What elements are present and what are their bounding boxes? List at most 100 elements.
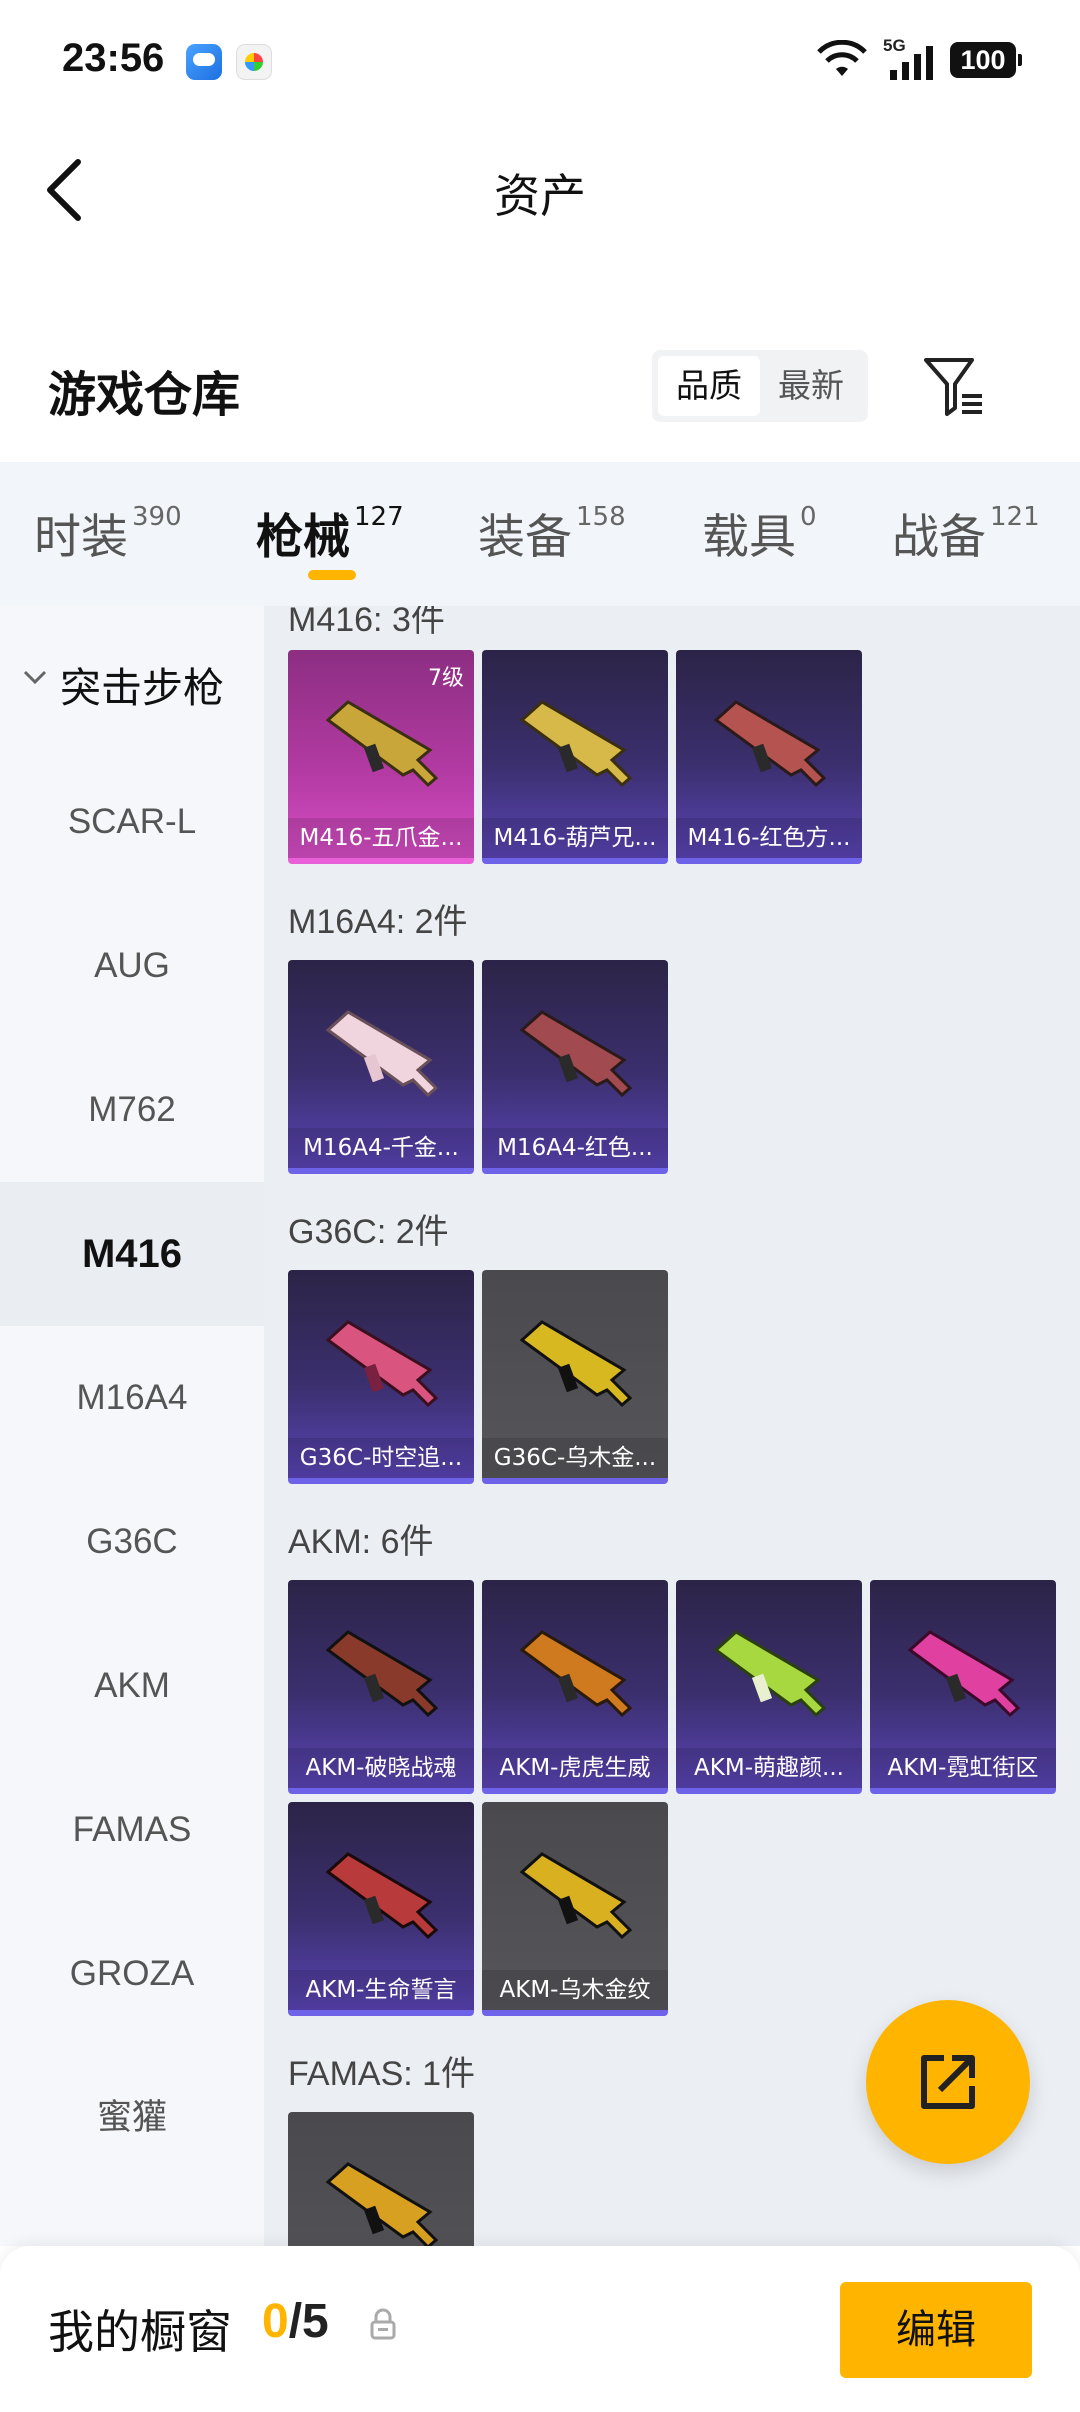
lock-icon [370, 2308, 396, 2340]
rifle-skin-image [519, 1010, 633, 1098]
tab-vehicles[interactable]: 载具 0 [702, 498, 817, 567]
signal-icon [890, 46, 933, 80]
sort-toggle: 品质 最新 [652, 350, 868, 422]
tab-equipment[interactable]: 装备 158 [478, 498, 626, 567]
section-title-g36c: G36C: 2件 [288, 1213, 449, 1251]
skin-name: M416-红色方... [676, 818, 862, 858]
tab-label: 枪械 [256, 510, 350, 565]
skin-card[interactable]: 7级 M416-五爪金... [288, 650, 474, 864]
wifi-icon [817, 40, 867, 76]
skin-card[interactable]: G36C-乌木金... [482, 1270, 668, 1484]
sidebar-item-g36c[interactable]: G36C [0, 1470, 264, 1614]
skin-card[interactable]: AKM-破晓战魂 [288, 1580, 474, 1794]
tab-label: 装备 [478, 510, 572, 565]
edit-button[interactable]: 编辑 [840, 2282, 1032, 2378]
skin-card[interactable]: G36C-时空追... [288, 1270, 474, 1484]
status-bar: 23:56 5G 100 [0, 0, 1080, 120]
showcase-bar: 我的橱窗 0/5 编辑 [0, 2246, 1080, 2412]
showcase-label: 我的橱窗 [48, 2305, 232, 2359]
rifle-skin-image [907, 1630, 1021, 1718]
showcase-total: /5 [288, 2295, 329, 2348]
skin-card[interactable]: AKM-乌木金纹 [482, 1802, 668, 2016]
skin-name: M416-五爪金... [288, 818, 474, 858]
skin-name: AKM-乌木金纹 [482, 1970, 668, 2010]
skin-card[interactable]: AKM-生命誓言 [288, 1802, 474, 2016]
rifle-skin-image [519, 1852, 633, 1940]
section-title-m16a4: M16A4: 2件 [288, 903, 468, 941]
weapon-type-sidebar: 突击步枪 SCAR-L AUG M762 M416 M16A4 G36C AKM… [0, 606, 264, 2246]
skin-name: AKM-破晓战魂 [288, 1748, 474, 1788]
status-time: 23:56 [62, 36, 165, 80]
sidebar-item-m16a4[interactable]: M16A4 [0, 1326, 264, 1470]
sort-quality-button[interactable]: 品质 [658, 356, 760, 416]
sidebar-item-m416[interactable]: M416 [0, 1182, 264, 1326]
rifle-skin-image [325, 1320, 439, 1408]
skin-name: AKM-萌趣颜... [676, 1748, 862, 1788]
tab-count: 0 [800, 502, 817, 532]
share-button[interactable] [866, 2000, 1030, 2164]
skin-card[interactable]: M416-红色方... [676, 650, 862, 864]
sort-newest-button[interactable]: 最新 [760, 356, 862, 416]
share-export-icon [921, 2055, 975, 2109]
rifle-skin-image [519, 700, 633, 788]
skin-name: AKM-虎虎生威 [482, 1748, 668, 1788]
section-title-famas: FAMAS: 1件 [288, 2055, 476, 2093]
rifle-skin-image [713, 700, 827, 788]
skin-card[interactable]: M416-葫芦兄... [482, 650, 668, 864]
skin-name: AKM-生命誓言 [288, 1970, 474, 2010]
active-tab-indicator [308, 570, 356, 580]
skin-card[interactable]: M16A4-千金... [288, 960, 474, 1174]
page-title: 资产 [494, 169, 586, 223]
sidebar-item-famas[interactable]: FAMAS [0, 1758, 264, 1902]
tab-label: 时装 [34, 510, 128, 565]
warehouse-title: 游戏仓库 [48, 367, 241, 423]
level-badge: 7级 [428, 666, 464, 691]
battery-icon: 100 [950, 42, 1022, 78]
sidebar-item-m762[interactable]: M762 [0, 1038, 264, 1182]
rifle-skin-image [325, 1630, 439, 1718]
tab-count: 127 [354, 502, 404, 532]
sidebar-group-label: 突击步枪 [60, 664, 224, 712]
sidebar-item-scar-l[interactable]: SCAR-L [0, 750, 264, 894]
tab-count: 390 [132, 502, 182, 532]
rifle-skin-image [325, 1852, 439, 1940]
rifle-skin-image [713, 1630, 827, 1718]
skin-name: M16A4-红色... [482, 1128, 668, 1168]
skin-name: AKM-霓虹街区 [870, 1748, 1056, 1788]
chevron-down-icon [23, 670, 47, 685]
rifle-skin-image [325, 1010, 439, 1098]
sidebar-item-honey-badger[interactable]: 蜜獾 [0, 2046, 264, 2190]
section-title-akm: AKM: 6件 [288, 1523, 434, 1561]
pinwheel-app-icon [236, 44, 272, 80]
sidebar-item-aug[interactable]: AUG [0, 894, 264, 1038]
rifle-skin-image [325, 700, 439, 788]
tab-count: 158 [576, 502, 626, 532]
category-tabs: 时装 390 枪械 127 装备 158 载具 0 战备 121 [0, 462, 1080, 606]
filter-icon[interactable] [922, 356, 988, 418]
rifle-skin-image [519, 1630, 633, 1718]
tab-firearms[interactable]: 枪械 127 [256, 498, 404, 567]
skin-name: M16A4-千金... [288, 1128, 474, 1168]
tab-fashion[interactable]: 时装 390 [34, 498, 182, 567]
tab-label: 载具 [702, 510, 796, 565]
skin-name: M416-葫芦兄... [482, 818, 668, 858]
tab-supplies[interactable]: 战备 121 [892, 498, 1040, 567]
rifle-skin-image [325, 2162, 439, 2246]
section-title-m416: M416: 3件 [288, 606, 445, 639]
tab-count: 121 [990, 502, 1040, 532]
sidebar-item-akm[interactable]: AKM [0, 1614, 264, 1758]
skin-name: G36C-时空追... [288, 1438, 474, 1478]
skin-card[interactable]: AKM-萌趣颜... [676, 1580, 862, 1794]
showcase-count: 0/5 [262, 2294, 329, 2349]
skin-card[interactable]: AKM-霓虹街区 [870, 1580, 1056, 1794]
skin-name: G36C-乌木金... [482, 1438, 668, 1478]
skin-card[interactable]: M16A4-红色... [482, 960, 668, 1174]
skin-card[interactable]: AKM-虎虎生威 [482, 1580, 668, 1794]
rifle-skin-image [519, 1320, 633, 1408]
skin-card[interactable] [288, 2112, 474, 2246]
sidebar-group-assault-rifles[interactable]: 突击步枪 [0, 606, 264, 754]
tab-label: 战备 [892, 510, 986, 565]
weather-app-icon [186, 44, 222, 80]
sidebar-item-groza[interactable]: GROZA [0, 1902, 264, 2046]
showcase-current: 0 [262, 2295, 289, 2348]
